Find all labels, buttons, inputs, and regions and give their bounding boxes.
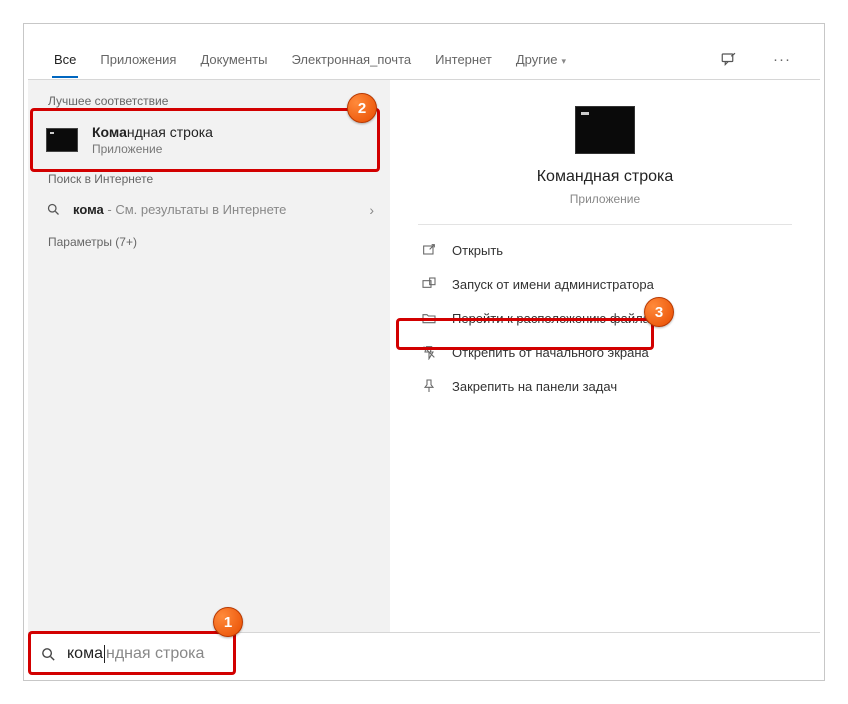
annotation-badge-3: 3 (644, 297, 674, 327)
tab-documents[interactable]: Документы (198, 42, 269, 77)
actions-list: Открыть Запуск от имени администратора П… (390, 233, 820, 403)
chevron-right-icon: › (369, 202, 374, 218)
cmd-icon (46, 128, 78, 152)
body: Лучшее соответствие Командная строка При… (28, 80, 820, 676)
tab-all[interactable]: Все (52, 42, 78, 77)
action-label: Запуск от имени администратора (452, 277, 654, 292)
web-search-result[interactable]: кома - См. результаты в Интернете › (28, 192, 390, 227)
open-icon (420, 241, 438, 259)
annotation-badge-1: 1 (213, 607, 243, 637)
search-text: командная строка (67, 645, 204, 663)
search-icon (46, 202, 61, 217)
search-window: Все Приложения Документы Электронная_поч… (28, 40, 820, 676)
tab-internet[interactable]: Интернет (433, 42, 494, 77)
tab-more[interactable]: Другие▾ (514, 42, 568, 77)
preview-subtitle: Приложение (570, 192, 640, 206)
action-label: Перейти к расположению файла (452, 311, 650, 326)
ellipsis-icon[interactable]: ··· (768, 51, 796, 68)
action-run-as-admin[interactable]: Запуск от имени администратора (414, 267, 796, 301)
tab-email[interactable]: Электронная_почта (289, 42, 413, 77)
feedback-icon[interactable] (720, 51, 748, 69)
unpin-icon (420, 343, 438, 361)
chevron-down-icon: ▾ (561, 56, 566, 66)
result-subtitle: Приложение (92, 142, 213, 156)
result-title: Командная строка (92, 124, 213, 140)
action-pin-taskbar[interactable]: Закрепить на панели задач (414, 369, 796, 403)
folder-icon (420, 309, 438, 327)
section-best-match: Лучшее соответствие (28, 88, 390, 114)
annotation-badge-2: 2 (347, 93, 377, 123)
action-open-location[interactable]: Перейти к расположению файла (414, 301, 796, 335)
web-query: кома - См. результаты в Интернете (73, 202, 286, 217)
results-panel: Лучшее соответствие Командная строка При… (28, 80, 390, 676)
section-settings[interactable]: Параметры (7+) (28, 227, 390, 257)
tab-apps[interactable]: Приложения (98, 42, 178, 77)
filter-tabs: Все Приложения Документы Электронная_поч… (28, 40, 820, 80)
preview-app-icon (575, 106, 635, 154)
preview-title: Командная строка (537, 168, 674, 186)
preview-panel: Командная строка Приложение Открыть Запу… (390, 80, 820, 676)
action-unpin-start[interactable]: Открепить от начального экрана (414, 335, 796, 369)
section-web-search: Поиск в Интернете (28, 166, 390, 192)
separator (418, 224, 792, 225)
search-icon (40, 646, 57, 663)
action-label: Открепить от начального экрана (452, 345, 649, 360)
action-open[interactable]: Открыть (414, 233, 796, 267)
action-label: Закрепить на панели задач (452, 379, 617, 394)
admin-icon (420, 275, 438, 293)
best-match-result[interactable]: Командная строка Приложение (28, 114, 390, 166)
action-label: Открыть (452, 243, 503, 258)
pin-icon (420, 377, 438, 395)
search-bar[interactable]: командная строка (28, 632, 820, 676)
